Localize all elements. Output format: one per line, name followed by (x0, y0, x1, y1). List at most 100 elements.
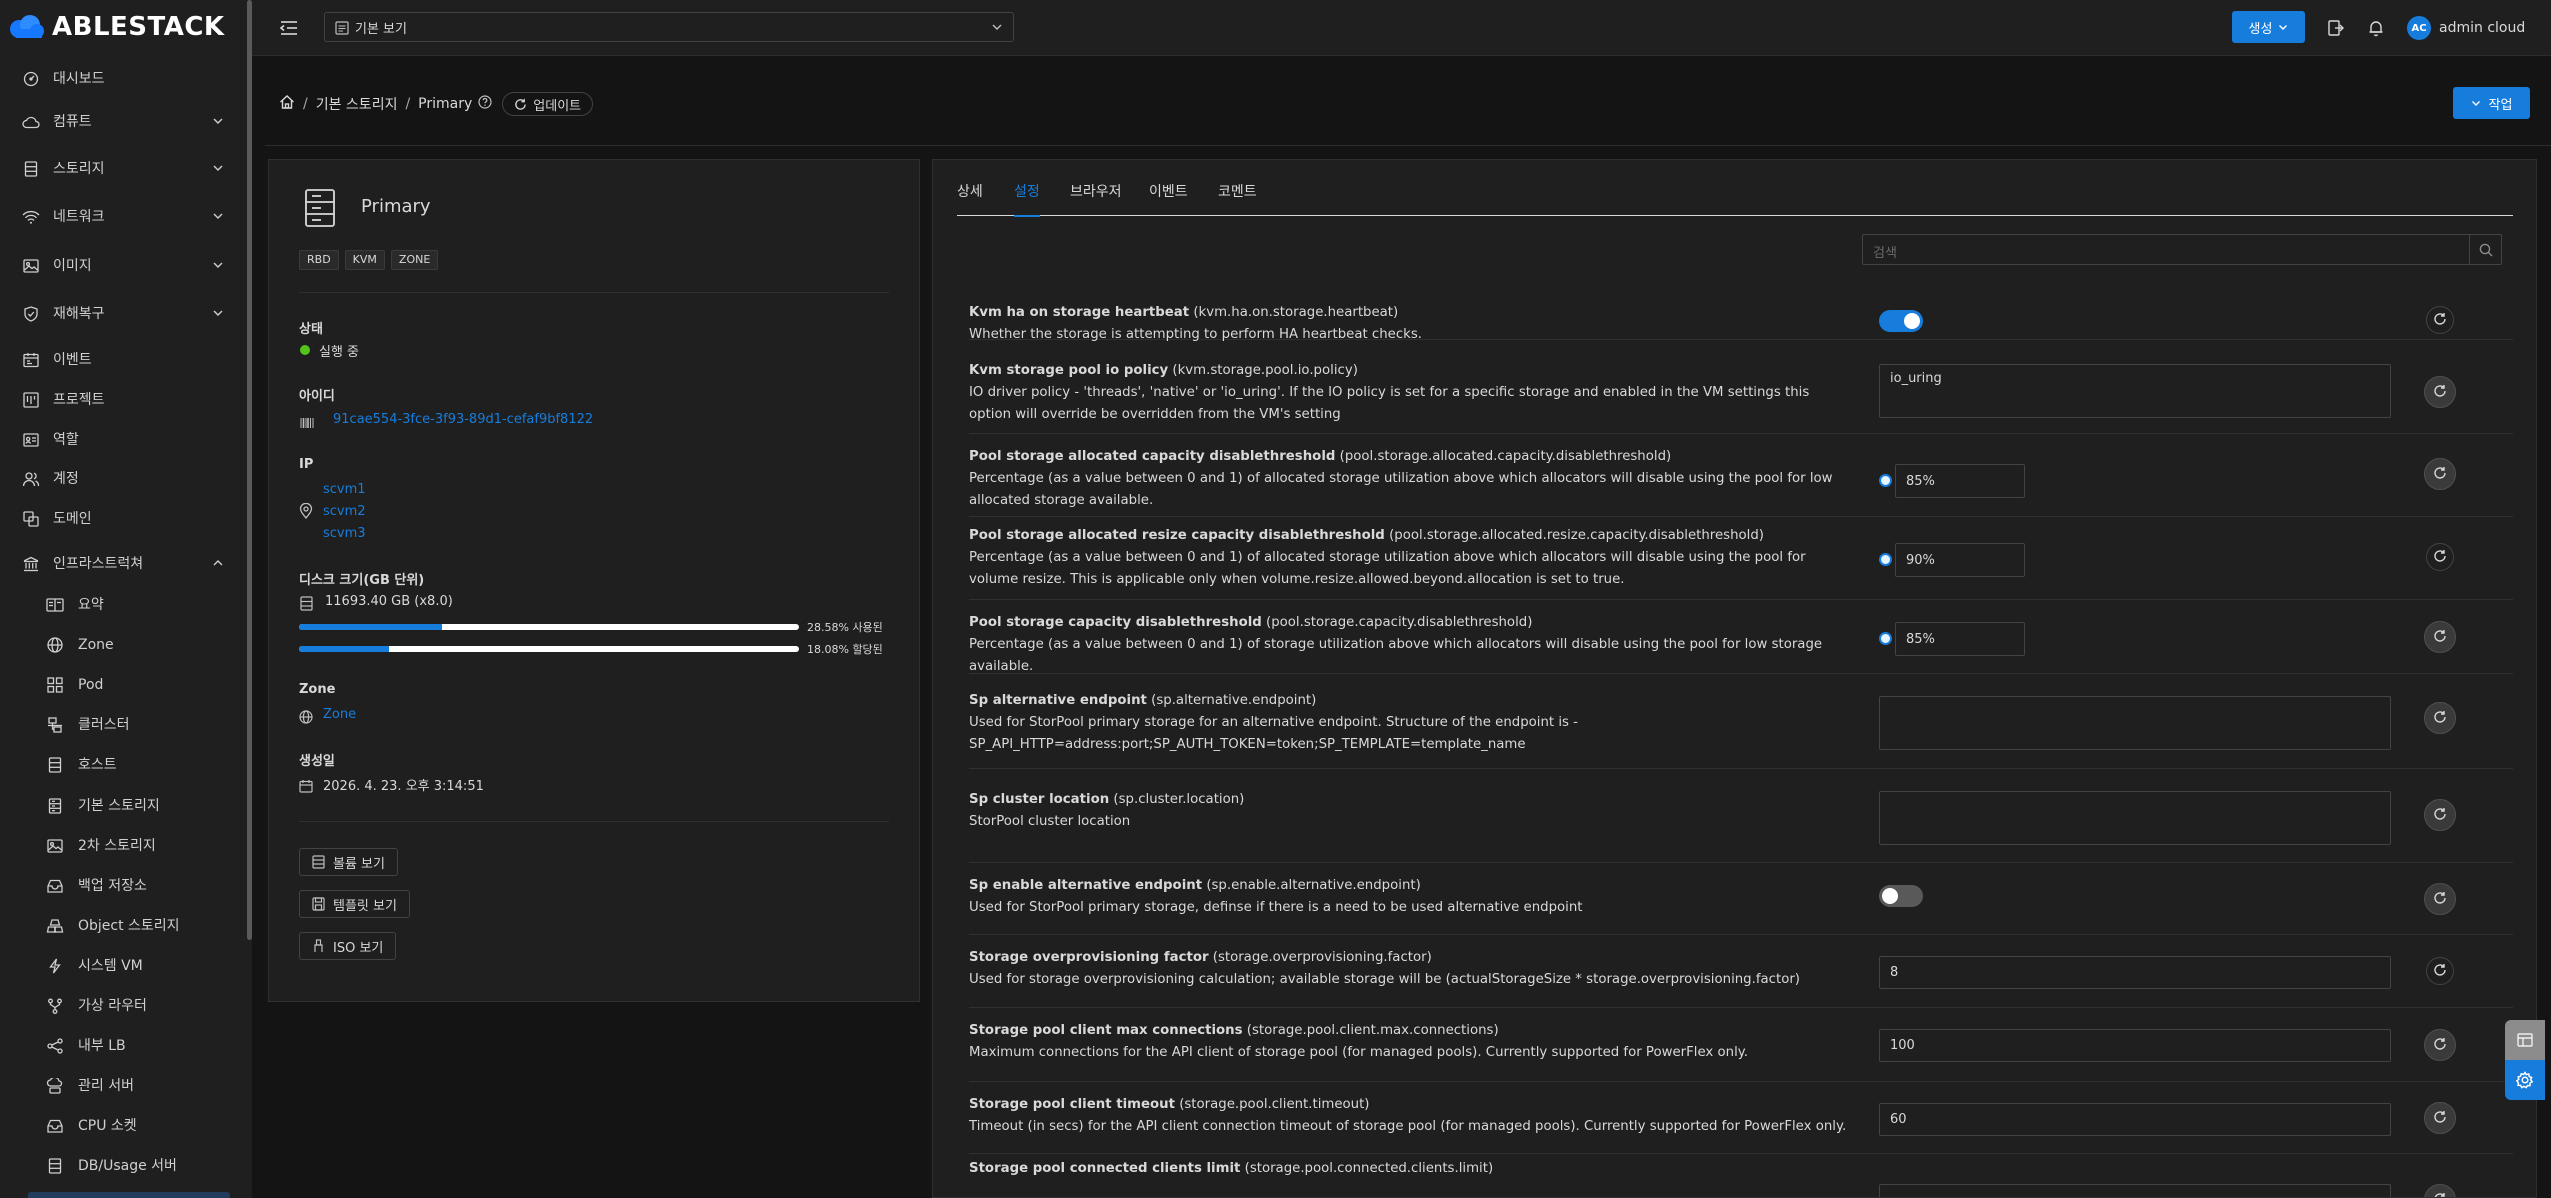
tab-comments[interactable]: 코멘트 (1218, 178, 1257, 216)
setting-input[interactable]: 100 (1879, 1029, 2391, 1062)
reset-setting-button[interactable] (2424, 621, 2456, 653)
reset-setting-button[interactable] (2424, 376, 2456, 408)
ip-link[interactable]: scvm3 (323, 526, 366, 541)
sidebar-subitem[interactable]: 호스트 (0, 747, 245, 783)
sidebar-item[interactable]: 역할 (0, 422, 245, 458)
database-icon (22, 160, 40, 178)
sidebar-item-label: 대시보드 (53, 71, 105, 87)
view-isos-button[interactable]: ISO 보기 (299, 932, 397, 960)
setting-toggle[interactable] (1879, 885, 1923, 907)
setting-percent-input[interactable]: 90% (1895, 543, 2025, 577)
create-button[interactable]: 생성 (2232, 11, 2305, 43)
tab-browser[interactable]: 브라우저 (1070, 178, 1122, 216)
slider-handle[interactable] (1879, 474, 1892, 487)
sidebar-subitem[interactable]: 백업 저장소 (0, 868, 245, 904)
appstore-icon (46, 676, 64, 694)
sidebar-item[interactable]: 재해복구 (0, 296, 245, 332)
setting-textarea[interactable] (1879, 791, 2391, 845)
sidebar-subitem[interactable]: 클러스터 (0, 707, 245, 743)
sidebar-item[interactable]: 이벤트 (0, 342, 245, 378)
sidebar-item[interactable]: 네트워크 (0, 199, 245, 235)
reset-setting-button[interactable] (2426, 306, 2454, 334)
tab-settings[interactable]: 설정 (1014, 178, 1040, 217)
setting-input[interactable]: 8 (1879, 956, 2391, 989)
sidebar-subitem[interactable]: Zone (0, 627, 245, 663)
refresh-button-label: 업데이트 (533, 98, 582, 114)
setting-gear-icon[interactable] (2505, 1060, 2545, 1100)
menu-fold-icon[interactable] (278, 17, 300, 39)
tab-bar: 상세 설정 브라우저 이벤트 코멘트 (957, 178, 2513, 217)
barcode-icon[interactable] (300, 414, 314, 433)
picture-icon (22, 257, 40, 275)
read-icon (46, 596, 64, 614)
reset-setting-button[interactable] (2424, 1184, 2456, 1197)
view-select[interactable]: 기본 보기 (324, 12, 1014, 42)
sidebar-item[interactable]: 프로젝트 (0, 382, 245, 418)
zone-link[interactable]: Zone (323, 707, 356, 722)
reset-setting-button[interactable] (2424, 1029, 2456, 1061)
slider-handle[interactable] (1879, 553, 1892, 566)
ip-link[interactable]: scvm1 (323, 482, 366, 497)
export-icon[interactable] (2325, 17, 2347, 39)
ip-link[interactable]: scvm2 (323, 504, 366, 519)
home-icon[interactable] (279, 94, 295, 114)
sidebar-subitem[interactable]: 요약 (0, 587, 245, 623)
reset-setting-button[interactable] (2426, 543, 2454, 571)
resource-id-link[interactable]: 91cae554-3fce-3f93-89d1-cefaf9bf8122 (333, 412, 593, 427)
sidebar-subitem[interactable]: 관리 서버 (0, 1068, 245, 1104)
question-circle-icon[interactable] (478, 95, 492, 113)
sidebar-scrollbar[interactable] (247, 0, 252, 940)
sidebar-subitem[interactable]: 가상 라우터 (0, 988, 245, 1024)
sidebar-subitem[interactable]: Object 스토리지 (0, 908, 245, 944)
setting-name: Storage pool client timeout (969, 1097, 1175, 1112)
reset-setting-button[interactable] (2424, 799, 2456, 831)
setting-textarea[interactable]: io_uring (1879, 364, 2391, 418)
sidebar-subitem[interactable]: 2차 스토리지 (0, 828, 245, 864)
bell-icon[interactable] (2365, 17, 2387, 39)
sidebar-item[interactable]: 인프라스트럭쳐 (0, 546, 245, 582)
setting-textarea[interactable] (1879, 696, 2391, 750)
sidebar-subitem[interactable]: 기본 스토리지 (0, 788, 245, 824)
sidebar-item[interactable]: 이미지 (0, 248, 245, 284)
setting-input[interactable]: 60 (1879, 1103, 2391, 1136)
settings-search[interactable]: 검색 (1862, 234, 2502, 265)
reset-setting-button[interactable] (2424, 883, 2456, 915)
chevron-down-icon (211, 161, 225, 175)
reset-setting-button[interactable] (2424, 1102, 2456, 1134)
setting-input[interactable] (1879, 1184, 2391, 1197)
view-templates-button[interactable]: 템플릿 보기 (299, 890, 410, 918)
refresh-button[interactable]: 업데이트 (502, 92, 594, 116)
search-icon[interactable] (2469, 235, 2501, 264)
reset-setting-button[interactable] (2424, 458, 2456, 490)
setting-name: Sp enable alternative endpoint (969, 878, 1203, 893)
view-volumes-button[interactable]: 볼륨 보기 (299, 848, 398, 876)
sidebar-item[interactable]: 스토리지 (0, 151, 245, 187)
sidebar-item[interactable]: 계정 (0, 461, 245, 497)
tab-events[interactable]: 이벤트 (1149, 178, 1188, 216)
sidebar-item[interactable]: 컴퓨트 (0, 104, 245, 140)
project-icon (22, 391, 40, 409)
sidebar-subitem[interactable]: DB/Usage 서버 (0, 1148, 245, 1184)
sidebar-item[interactable]: 대시보드 (0, 61, 245, 97)
sidebar-subitem[interactable]: 내부 LB (0, 1028, 245, 1064)
reset-setting-button[interactable] (2426, 957, 2454, 985)
action-button[interactable]: 작업 (2453, 87, 2530, 119)
tab-details[interactable]: 상세 (957, 178, 983, 216)
sidebar-item[interactable]: 도메인 (0, 501, 245, 537)
reset-setting-button[interactable] (2424, 702, 2456, 734)
setting-toggle[interactable] (1879, 310, 1923, 332)
user-menu[interactable]: AC admin cloud (2407, 12, 2525, 44)
sidebar-subitem[interactable]: Pod (0, 667, 245, 703)
setting-key: (pool.storage.allocated.resize.capacity.… (1389, 528, 1764, 543)
sidebar-subitem[interactable]: CPU 소켓 (0, 1108, 245, 1144)
chevron-down-icon (2471, 101, 2480, 106)
sidebar-subitem[interactable]: 시스템 VM (0, 948, 245, 984)
setting-percent-input[interactable]: 85% (1895, 464, 2025, 498)
search-input[interactable]: 검색 (1873, 242, 1897, 261)
slider-handle[interactable] (1879, 632, 1892, 645)
breadcrumb-primary-storage[interactable]: 기본 스토리지 (316, 94, 398, 114)
setting-percent-input[interactable]: 85% (1895, 622, 2025, 656)
brand-logo[interactable]: ABLESTACK (8, 10, 248, 44)
database-icon (300, 596, 313, 615)
layout-icon[interactable] (2505, 1020, 2545, 1060)
